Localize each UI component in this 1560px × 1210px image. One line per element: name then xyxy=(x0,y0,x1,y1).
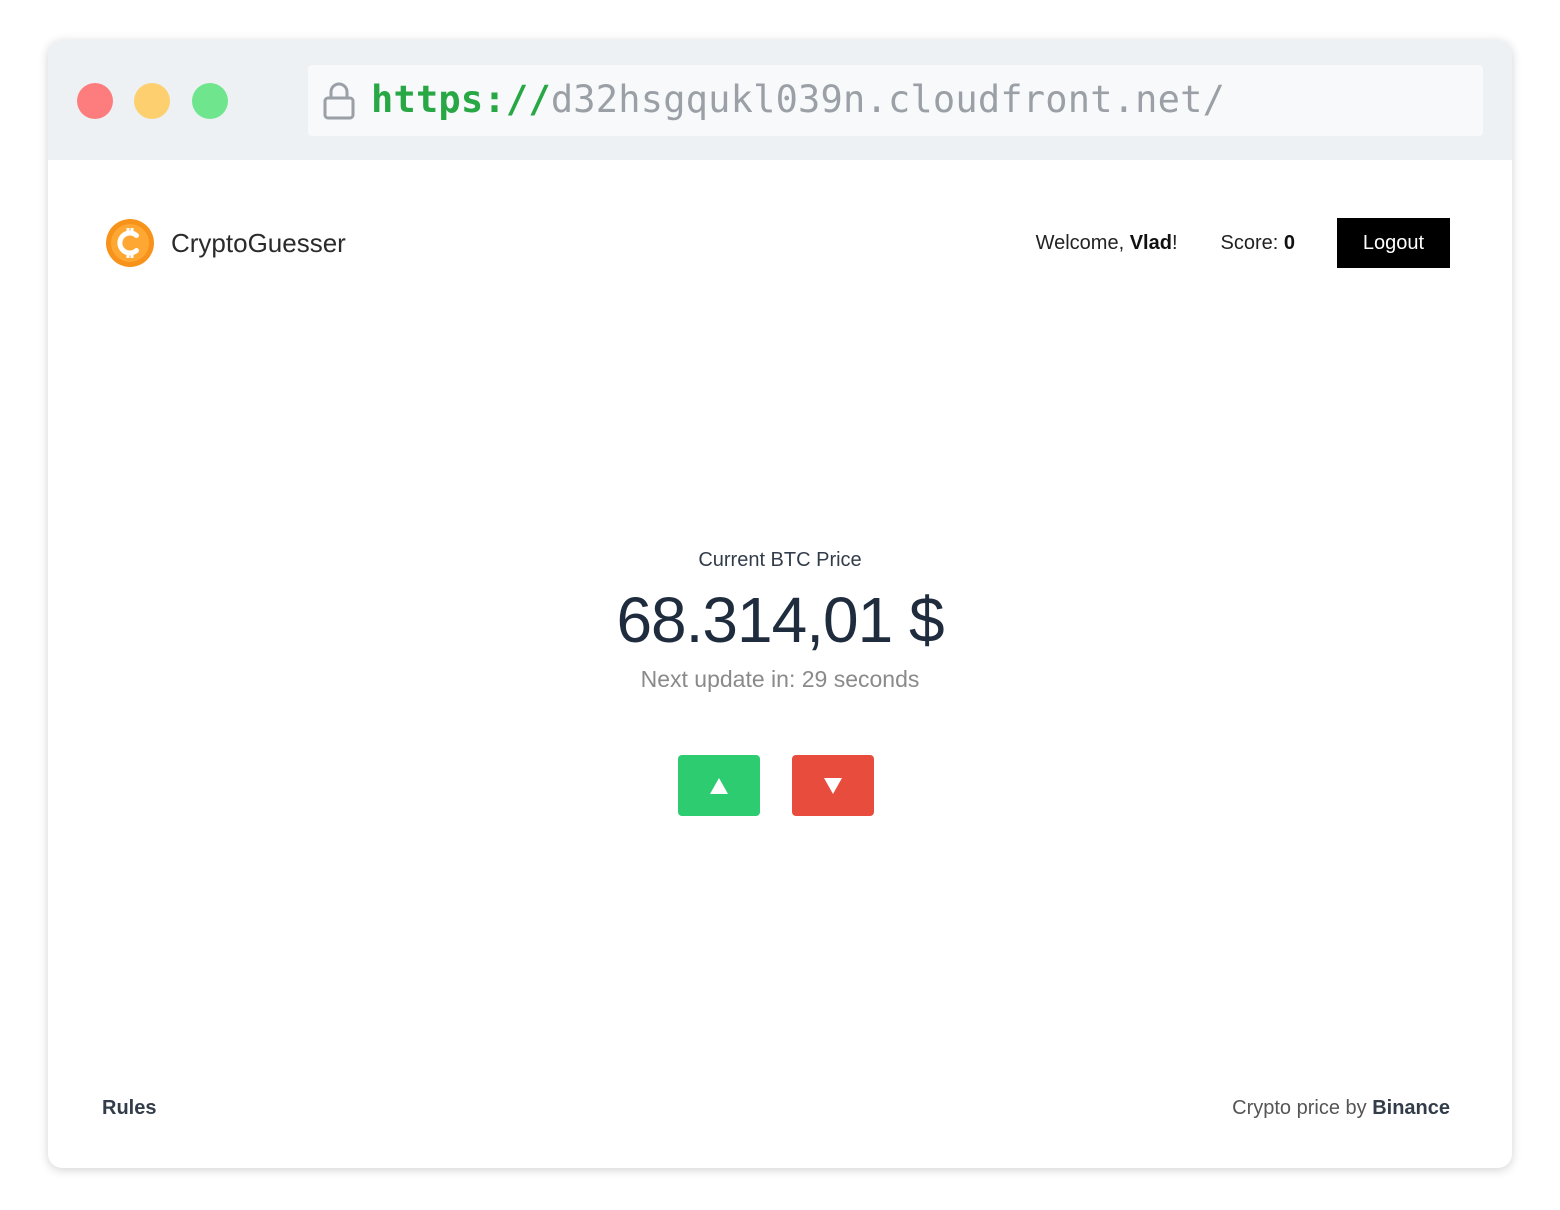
address-bar[interactable]: https://d32hsgqukl039n.cloudfront.net/ xyxy=(308,65,1483,136)
lock-icon xyxy=(323,82,355,120)
minimize-window-button[interactable] xyxy=(134,83,170,119)
arrow-down-icon xyxy=(824,777,842,794)
price-label: Current BTC Price xyxy=(698,549,862,571)
credit-prefix: Crypto price by xyxy=(1232,1097,1373,1119)
url-host: d32hsgqukl039n.cloudfront.net/ xyxy=(550,78,1226,121)
url-scheme: https:// xyxy=(371,78,551,121)
brand[interactable]: CryptoGuesser xyxy=(106,218,346,268)
browser-window: https://d32hsgqukl039n.cloudfront.net/ C… xyxy=(48,40,1512,1168)
bitcoin-coin-icon xyxy=(106,219,154,267)
rules-link[interactable]: Rules xyxy=(102,1097,156,1120)
price-credit: Crypto price by Binance xyxy=(1232,1097,1450,1120)
guess-up-button[interactable] xyxy=(678,755,760,816)
browser-titlebar: https://d32hsgqukl039n.cloudfront.net/ xyxy=(48,40,1512,160)
next-update-countdown: Next update in: 29 seconds xyxy=(640,666,920,692)
guess-down-button[interactable] xyxy=(792,755,874,816)
guess-buttons xyxy=(678,755,874,816)
url-text: https://d32hsgqukl039n.cloudfront.net/ xyxy=(371,77,1225,123)
score-value: 0 xyxy=(1283,231,1295,254)
score-display: Score: 0 xyxy=(1221,232,1295,255)
welcome-prefix: Welcome, xyxy=(1035,231,1130,254)
arrow-up-icon xyxy=(710,777,728,794)
score-label: Score: xyxy=(1220,231,1284,254)
maximize-window-button[interactable] xyxy=(192,83,228,119)
close-window-button[interactable] xyxy=(77,83,113,119)
logout-button[interactable]: Logout xyxy=(1337,218,1450,268)
welcome-message: Welcome, Vlad! xyxy=(1036,232,1178,255)
brand-name: CryptoGuesser xyxy=(171,227,346,258)
welcome-suffix: ! xyxy=(1171,231,1178,254)
binance-link[interactable]: Binance xyxy=(1372,1097,1450,1119)
user-nav: Welcome, Vlad! Score: 0 Logout xyxy=(1036,218,1450,268)
user-name: Vlad xyxy=(1129,231,1172,254)
price-panel: Current BTC Price 68.314,01 $ Next updat… xyxy=(48,548,1512,694)
btc-price: 68.314,01 $ xyxy=(616,584,944,656)
